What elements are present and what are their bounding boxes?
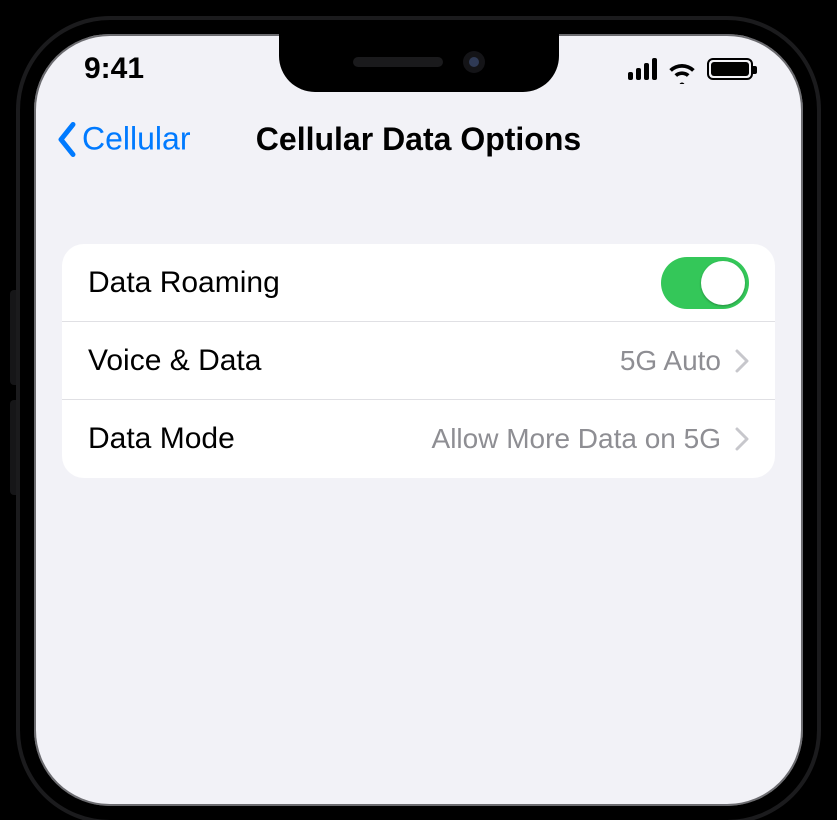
front-camera — [463, 51, 485, 73]
back-button[interactable]: Cellular — [56, 121, 190, 158]
chevron-left-icon — [56, 121, 78, 157]
cellular-signal-icon — [628, 58, 657, 80]
chevron-right-icon — [735, 427, 749, 451]
volume-up-button — [10, 290, 20, 385]
row-voice-data[interactable]: Voice & Data 5G Auto — [62, 322, 775, 400]
page-title: Cellular Data Options — [256, 121, 581, 158]
speaker-grill — [353, 57, 443, 67]
nav-bar: Cellular Cellular Data Options — [34, 104, 803, 174]
row-data-roaming[interactable]: Data Roaming — [62, 244, 775, 322]
row-label: Data Roaming — [88, 266, 661, 300]
row-label: Voice & Data — [88, 344, 620, 378]
volume-down-button — [10, 400, 20, 495]
status-indicators — [628, 58, 753, 80]
row-value: Allow More Data on 5G — [432, 423, 721, 455]
battery-icon — [707, 58, 753, 80]
toggle-knob — [701, 261, 745, 305]
notch — [279, 32, 559, 92]
back-label: Cellular — [82, 121, 190, 158]
chevron-right-icon — [735, 349, 749, 373]
phone-frame: 9:41 Cellular — [20, 20, 817, 820]
status-time: 9:41 — [84, 52, 144, 86]
row-value: 5G Auto — [620, 345, 721, 377]
row-data-mode[interactable]: Data Mode Allow More Data on 5G — [62, 400, 775, 478]
data-roaming-toggle[interactable] — [661, 257, 749, 309]
wifi-icon — [667, 58, 697, 80]
settings-group: Data Roaming Voice & Data 5G Auto Data M… — [62, 244, 775, 478]
row-label: Data Mode — [88, 422, 432, 456]
